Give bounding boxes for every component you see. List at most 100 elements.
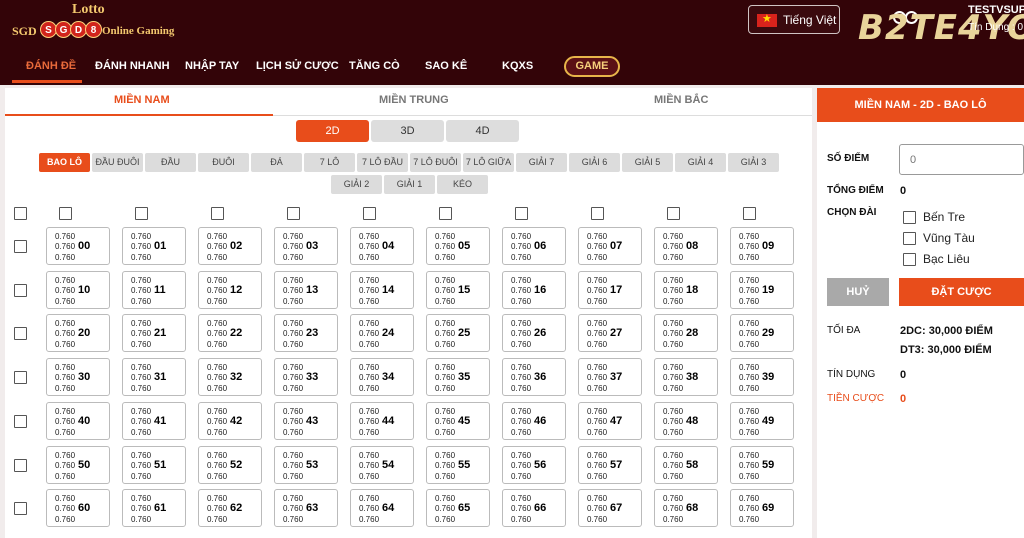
number-cell[interactable]: 0.760 0.760 0.760 65 bbox=[426, 489, 490, 528]
nav-danh-de[interactable]: ĐÁNH ĐỀ bbox=[26, 60, 76, 72]
bet-type-chip[interactable]: 7 LÔ ĐẦU bbox=[357, 153, 408, 172]
number-cell[interactable]: 0.760 0.760 0.760 29 bbox=[730, 314, 794, 353]
nav-lich-su-cuoc[interactable]: LỊCH SỬ CƯỢC bbox=[256, 60, 339, 72]
row-checkbox[interactable] bbox=[14, 458, 27, 472]
number-cell[interactable]: 0.760 0.760 0.760 54 bbox=[350, 445, 414, 484]
row-checkbox[interactable] bbox=[14, 502, 27, 516]
province-checkbox[interactable] bbox=[903, 232, 916, 246]
number-cell[interactable]: 0.760 0.760 0.760 23 bbox=[274, 314, 338, 353]
number-cell[interactable]: 0.760 0.760 0.760 21 bbox=[122, 314, 186, 353]
number-cell[interactable]: 0.760 0.760 0.760 04 bbox=[350, 227, 414, 265]
tab-mien-trung[interactable]: MIỀN TRUNG bbox=[379, 94, 449, 106]
row-checkbox[interactable] bbox=[14, 414, 27, 428]
number-cell[interactable]: 0.760 0.760 0.760 12 bbox=[198, 270, 262, 309]
column-checkbox[interactable] bbox=[743, 207, 756, 220]
number-cell[interactable]: 0.760 0.760 0.760 45 bbox=[426, 401, 490, 440]
number-cell[interactable]: 0.760 0.760 0.760 19 bbox=[730, 270, 794, 309]
digit-type-3d[interactable]: 3D bbox=[371, 120, 444, 142]
number-cell[interactable]: 0.760 0.760 0.760 39 bbox=[730, 358, 794, 397]
number-cell[interactable]: 0.760 0.760 0.760 36 bbox=[502, 358, 566, 397]
number-cell[interactable]: 0.760 0.760 0.760 08 bbox=[654, 227, 718, 265]
number-cell[interactable]: 0.760 0.760 0.760 46 bbox=[502, 401, 566, 440]
bet-type-chip[interactable]: ĐẦU ĐUÔI bbox=[92, 153, 143, 172]
column-checkbox[interactable] bbox=[287, 207, 300, 220]
nav-kqxs[interactable]: KQXS bbox=[502, 60, 533, 72]
number-cell[interactable]: 0.760 0.760 0.760 20 bbox=[46, 314, 110, 353]
number-cell[interactable]: 0.760 0.760 0.760 30 bbox=[46, 358, 110, 397]
number-cell[interactable]: 0.760 0.760 0.760 33 bbox=[274, 358, 338, 397]
so-diem-input[interactable] bbox=[899, 144, 1024, 175]
digit-type-4d[interactable]: 4D bbox=[446, 120, 519, 142]
number-cell[interactable]: 0.760 0.760 0.760 56 bbox=[502, 445, 566, 484]
language-selector[interactable]: Tiếng Việt bbox=[748, 5, 840, 34]
number-cell[interactable]: 0.760 0.760 0.760 52 bbox=[198, 445, 262, 484]
digit-type-2d[interactable]: 2D bbox=[296, 120, 369, 142]
select-all-checkbox[interactable] bbox=[14, 207, 27, 220]
nav-danh-nhanh[interactable]: ĐÁNH NHANH bbox=[95, 60, 170, 72]
number-cell[interactable]: 0.760 0.760 0.760 55 bbox=[426, 445, 490, 484]
tab-mien-bac[interactable]: MIỀN BẮC bbox=[654, 94, 708, 106]
nav-sao-ke[interactable]: SAO KÊ bbox=[425, 60, 467, 72]
number-cell[interactable]: 0.760 0.760 0.760 63 bbox=[274, 489, 338, 528]
number-cell[interactable]: 0.760 0.760 0.760 31 bbox=[122, 358, 186, 397]
lotto-logo[interactable]: Lotto SGD S G D 8 Online Gaming bbox=[10, 2, 175, 44]
column-checkbox[interactable] bbox=[439, 207, 452, 220]
number-cell[interactable]: 0.760 0.760 0.760 15 bbox=[426, 270, 490, 309]
bet-type-chip[interactable]: GIẢI 3 bbox=[728, 153, 779, 172]
number-cell[interactable]: 0.760 0.760 0.760 48 bbox=[654, 401, 718, 440]
number-cell[interactable]: 0.760 0.760 0.760 25 bbox=[426, 314, 490, 353]
province-checkbox[interactable] bbox=[903, 253, 916, 267]
number-cell[interactable]: 0.760 0.760 0.760 07 bbox=[578, 227, 642, 265]
bet-type-chip[interactable]: ĐẦU bbox=[145, 153, 196, 172]
number-cell[interactable]: 0.760 0.760 0.760 16 bbox=[502, 270, 566, 309]
bet-type-chip[interactable]: 7 LÔ ĐUÔI bbox=[410, 153, 461, 172]
number-cell[interactable]: 0.760 0.760 0.760 69 bbox=[730, 489, 794, 528]
number-cell[interactable]: 0.760 0.760 0.760 01 bbox=[122, 227, 186, 265]
number-cell[interactable]: 0.760 0.760 0.760 40 bbox=[46, 401, 110, 440]
number-cell[interactable]: 0.760 0.760 0.760 60 bbox=[46, 489, 110, 528]
number-cell[interactable]: 0.760 0.760 0.760 44 bbox=[350, 401, 414, 440]
number-cell[interactable]: 0.760 0.760 0.760 42 bbox=[198, 401, 262, 440]
number-cell[interactable]: 0.760 0.760 0.760 11 bbox=[122, 270, 186, 309]
number-cell[interactable]: 0.760 0.760 0.760 32 bbox=[198, 358, 262, 397]
number-cell[interactable]: 0.760 0.760 0.760 14 bbox=[350, 270, 414, 309]
column-checkbox[interactable] bbox=[211, 207, 224, 220]
bet-type-chip[interactable]: GIẢI 6 bbox=[569, 153, 620, 172]
row-checkbox[interactable] bbox=[14, 240, 27, 253]
number-cell[interactable]: 0.760 0.760 0.760 57 bbox=[578, 445, 642, 484]
row-checkbox[interactable] bbox=[14, 283, 27, 297]
column-checkbox[interactable] bbox=[667, 207, 680, 220]
number-cell[interactable]: 0.760 0.760 0.760 50 bbox=[46, 445, 110, 484]
tab-mien-nam[interactable]: MIỀN NAM bbox=[114, 94, 170, 106]
number-cell[interactable]: 0.760 0.760 0.760 28 bbox=[654, 314, 718, 353]
number-cell[interactable]: 0.760 0.760 0.760 18 bbox=[654, 270, 718, 309]
number-cell[interactable]: 0.760 0.760 0.760 43 bbox=[274, 401, 338, 440]
bet-type-chip[interactable]: GIẢI 5 bbox=[622, 153, 673, 172]
bet-type-chip[interactable]: GIẢI 7 bbox=[516, 153, 567, 172]
number-cell[interactable]: 0.760 0.760 0.760 51 bbox=[122, 445, 186, 484]
number-cell[interactable]: 0.760 0.760 0.760 10 bbox=[46, 270, 110, 309]
column-checkbox[interactable] bbox=[59, 207, 72, 220]
number-cell[interactable]: 0.760 0.760 0.760 06 bbox=[502, 227, 566, 265]
nav-tang-co[interactable]: TĂNG CÒ bbox=[349, 60, 400, 72]
place-bet-button[interactable]: ĐẶT CƯỢC bbox=[899, 278, 1024, 306]
number-cell[interactable]: 0.760 0.760 0.760 03 bbox=[274, 227, 338, 265]
bet-type-chip[interactable]: 7 LÔ bbox=[304, 153, 355, 172]
province-option[interactable]: Bến Tre bbox=[903, 210, 965, 225]
number-cell[interactable]: 0.760 0.760 0.760 53 bbox=[274, 445, 338, 484]
nav-nhap-tay[interactable]: NHẬP TAY bbox=[185, 60, 239, 72]
number-cell[interactable]: 0.760 0.760 0.760 02 bbox=[198, 227, 262, 265]
number-cell[interactable]: 0.760 0.760 0.760 09 bbox=[730, 227, 794, 265]
row-checkbox[interactable] bbox=[14, 371, 27, 385]
number-cell[interactable]: 0.760 0.760 0.760 61 bbox=[122, 489, 186, 528]
number-cell[interactable]: 0.760 0.760 0.760 24 bbox=[350, 314, 414, 353]
number-cell[interactable]: 0.760 0.760 0.760 05 bbox=[426, 227, 490, 265]
number-cell[interactable]: 0.760 0.760 0.760 49 bbox=[730, 401, 794, 440]
number-cell[interactable]: 0.760 0.760 0.760 58 bbox=[654, 445, 718, 484]
column-checkbox[interactable] bbox=[135, 207, 148, 220]
number-cell[interactable]: 0.760 0.760 0.760 26 bbox=[502, 314, 566, 353]
bet-type-chip[interactable]: KÉO bbox=[437, 175, 488, 194]
number-cell[interactable]: 0.760 0.760 0.760 66 bbox=[502, 489, 566, 528]
column-checkbox[interactable] bbox=[515, 207, 528, 220]
bet-type-chip[interactable]: BAO LÔ bbox=[39, 153, 90, 172]
